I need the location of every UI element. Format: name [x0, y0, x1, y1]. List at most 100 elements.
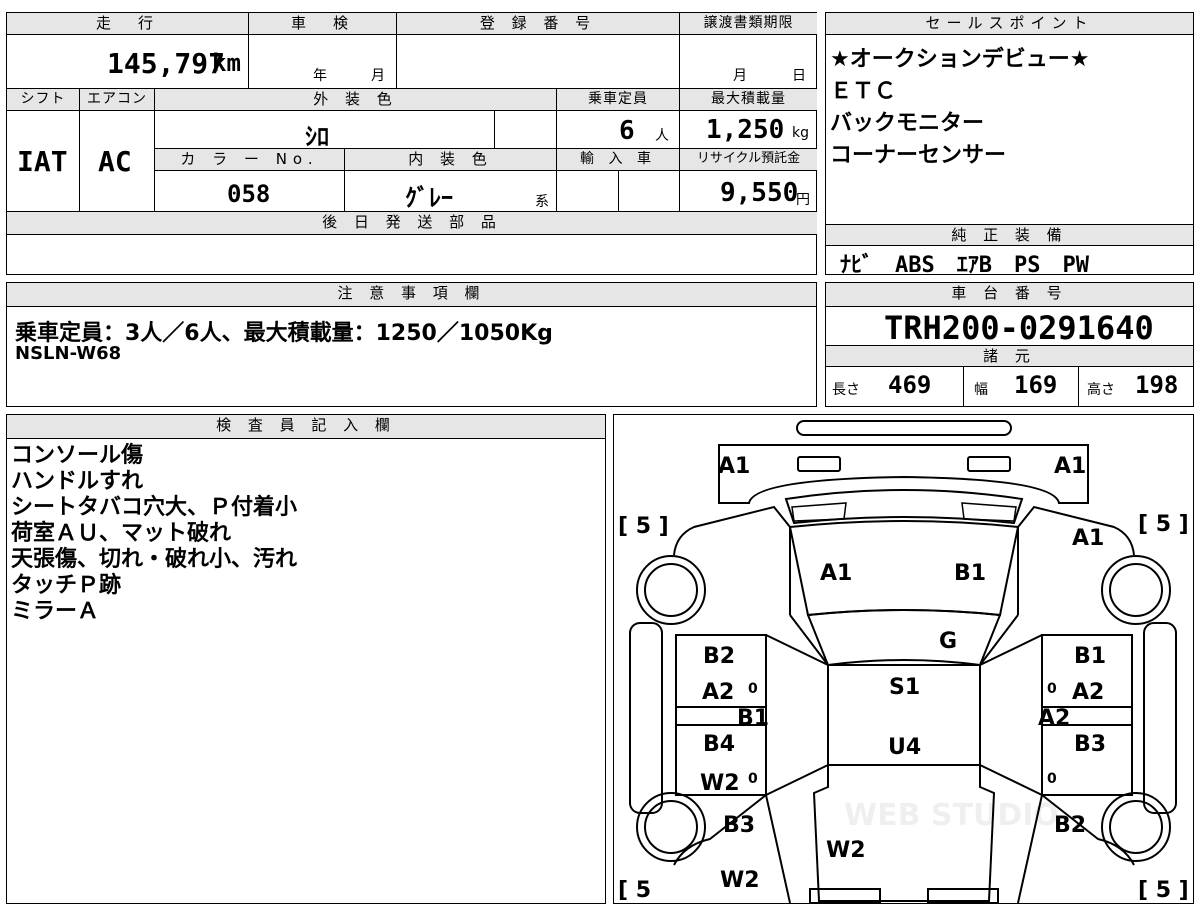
sales-point-item: バックモニター: [830, 111, 985, 136]
tire-icon: [636, 555, 706, 625]
equipment-value: ﾅﾋﾞ ABS ｴｱB PS PW: [840, 253, 1089, 278]
damage-mark: A2: [1038, 706, 1070, 731]
roof-bar-icon: [796, 420, 1012, 436]
shift-value: IAT: [17, 145, 68, 178]
width-value: 169: [1014, 371, 1058, 399]
chassis-number: TRH200-0291640: [884, 309, 1154, 347]
damage-mark: B4: [703, 732, 735, 757]
shaken-year-unit: 年: [313, 68, 327, 84]
aircon-cell: AC: [80, 111, 155, 212]
tire-label-left-bottom: [ 5: [618, 878, 651, 903]
damage-mark: B1: [954, 561, 986, 586]
spec-table: 走 行 車 検 登 録 番 号 譲渡書類期限 145,797 km 年 月 月 …: [6, 12, 817, 275]
shaken-month-unit: 月: [371, 68, 385, 84]
damage-mark: B1: [737, 706, 769, 731]
mileage-label: 走 行: [7, 13, 249, 35]
interior-color-cell: ｸﾞﾚｰ 系: [345, 171, 557, 212]
recycle-cell: 9,550 円: [680, 171, 817, 212]
svg-text:0: 0: [1047, 681, 1057, 697]
inspector-line: コンソール傷: [11, 443, 144, 468]
inspector-panel: 検 査 員 記 入 欄 コンソール傷 ハンドルすれ シートタバコ穴大、Ｐ付着小 …: [6, 414, 606, 904]
sales-points-panel: セールスポイント ★オークションデビュー★ ＥＴＣ バックモニター コーナーセン…: [825, 12, 1194, 278]
damage-mark: W2: [720, 868, 760, 893]
import-cell-b: [619, 171, 680, 212]
mileage-cell: 145,797 km: [7, 35, 249, 89]
exterior-color-value: ｼﾛ: [305, 123, 329, 151]
interior-color-value: ｸﾞﾚｰ: [405, 184, 453, 212]
color-no-value: 058: [227, 180, 271, 208]
notes-panel: 注 意 事 項 欄 乗車定員：3人／6人、最大積載量：1250／1050Kg N…: [6, 282, 817, 407]
interior-color-label: 内 装 色: [345, 149, 557, 171]
tire-icon: [1101, 792, 1171, 862]
exterior-color-extra: [495, 111, 557, 149]
sales-point-item: ★オークションデビュー★: [830, 47, 1090, 72]
inspector-line: シートタバコ穴大、Ｐ付着小: [11, 495, 298, 520]
damage-mark: A2: [1072, 680, 1104, 705]
registration-cell: [397, 35, 680, 89]
shift-label: シフト: [7, 89, 80, 111]
damage-mark: A2: [702, 680, 734, 705]
capacity-value: 6: [619, 116, 635, 146]
capacity-cell: 6 人: [557, 111, 680, 149]
damage-mark: W2: [700, 771, 740, 796]
mileage-value: 145,797: [107, 47, 226, 80]
tire-label-left-top: [ 5 ]: [618, 514, 669, 539]
exterior-color-label: 外 装 色: [155, 89, 557, 111]
width-cell: 幅 169: [964, 367, 1079, 406]
aircon-value: AC: [98, 145, 132, 178]
notes-line-2: NSLN-W68: [15, 343, 122, 364]
interior-color-suffix: 系: [535, 194, 549, 210]
inspector-line: タッチＰ跡: [11, 573, 122, 598]
sales-point-item: ＥＴＣ: [830, 79, 897, 104]
length-cell: 長さ 469: [826, 367, 964, 406]
aircon-label: エアコン: [80, 89, 155, 111]
width-label: 幅: [974, 382, 988, 398]
shaken-label: 車 検: [249, 13, 397, 35]
damage-mark: B3: [723, 813, 755, 838]
damage-mark: G: [939, 629, 957, 654]
chassis-panel: 車 台 番 号 TRH200-0291640 諸 元 長さ 469 幅 169 …: [825, 282, 1194, 407]
svg-text:0: 0: [748, 771, 758, 787]
damage-mark: A1: [820, 561, 852, 586]
inspector-line: ミラーＡ: [11, 599, 100, 624]
equipment-header: 純 正 装 備: [826, 224, 1193, 246]
color-no-cell: 058: [155, 171, 345, 212]
capacity-unit: 人: [655, 128, 669, 144]
damage-mark: S1: [889, 675, 920, 700]
damage-mark: W2: [826, 838, 866, 863]
transfer-cell: 月 日: [680, 35, 817, 89]
damage-mark: B1: [1074, 644, 1106, 669]
height-cell: 高さ 198: [1079, 367, 1193, 406]
shaken-cell: 年 月: [249, 35, 397, 89]
max-load-unit: kg: [792, 125, 809, 141]
color-no-label: カ ラ ー No.: [155, 149, 345, 171]
recycle-value: 9,550: [720, 178, 799, 208]
damage-mark: B3: [1074, 732, 1106, 757]
notes-header: 注 意 事 項 欄: [7, 283, 816, 307]
inspector-header: 検 査 員 記 入 欄: [7, 415, 605, 439]
exterior-color-cell: ｼﾛ: [155, 111, 495, 151]
transfer-month-unit: 月: [733, 68, 747, 84]
tire-label-right-top: [ 5 ]: [1138, 512, 1189, 537]
sales-points-header: セールスポイント: [826, 13, 1193, 35]
inspector-line: 荷室ＡＵ、マット破れ: [11, 521, 232, 546]
max-load-value: 1,250: [706, 115, 785, 145]
sales-point-item: コーナーセンサー: [830, 143, 1007, 168]
mileage-unit: km: [212, 49, 241, 77]
inspector-notes: コンソール傷 ハンドルすれ シートタバコ穴大、Ｐ付着小 荷室ＡＵ、マット破れ 天…: [11, 443, 297, 625]
tire-label-right-bottom: [ 5 ]: [1138, 878, 1189, 903]
max-load-cell: 1,250 kg: [680, 111, 817, 149]
recycle-unit: 円: [796, 192, 810, 208]
length-label: 長さ: [832, 382, 860, 398]
windshield-icon: [806, 609, 1002, 667]
max-load-label: 最大積載量: [680, 89, 817, 111]
import-cell-a: [557, 171, 619, 212]
car-diagram: 0 0 0 0 [ 5 ] [ 5 ] [ 5 [ 5 ] A1 A1 A1 A…: [618, 420, 1189, 903]
sales-points-list: ★オークションデビュー★ ＥＴＣ バックモニター コーナーセンサー: [830, 47, 1089, 169]
damage-mark: B2: [703, 644, 735, 669]
damage-mark: A1: [1072, 526, 1104, 551]
recycle-label: リサイクル預託金: [680, 149, 817, 171]
damage-mark: A1: [1054, 454, 1086, 479]
tire-icon: [636, 792, 706, 862]
transfer-day-unit: 日: [792, 68, 806, 84]
